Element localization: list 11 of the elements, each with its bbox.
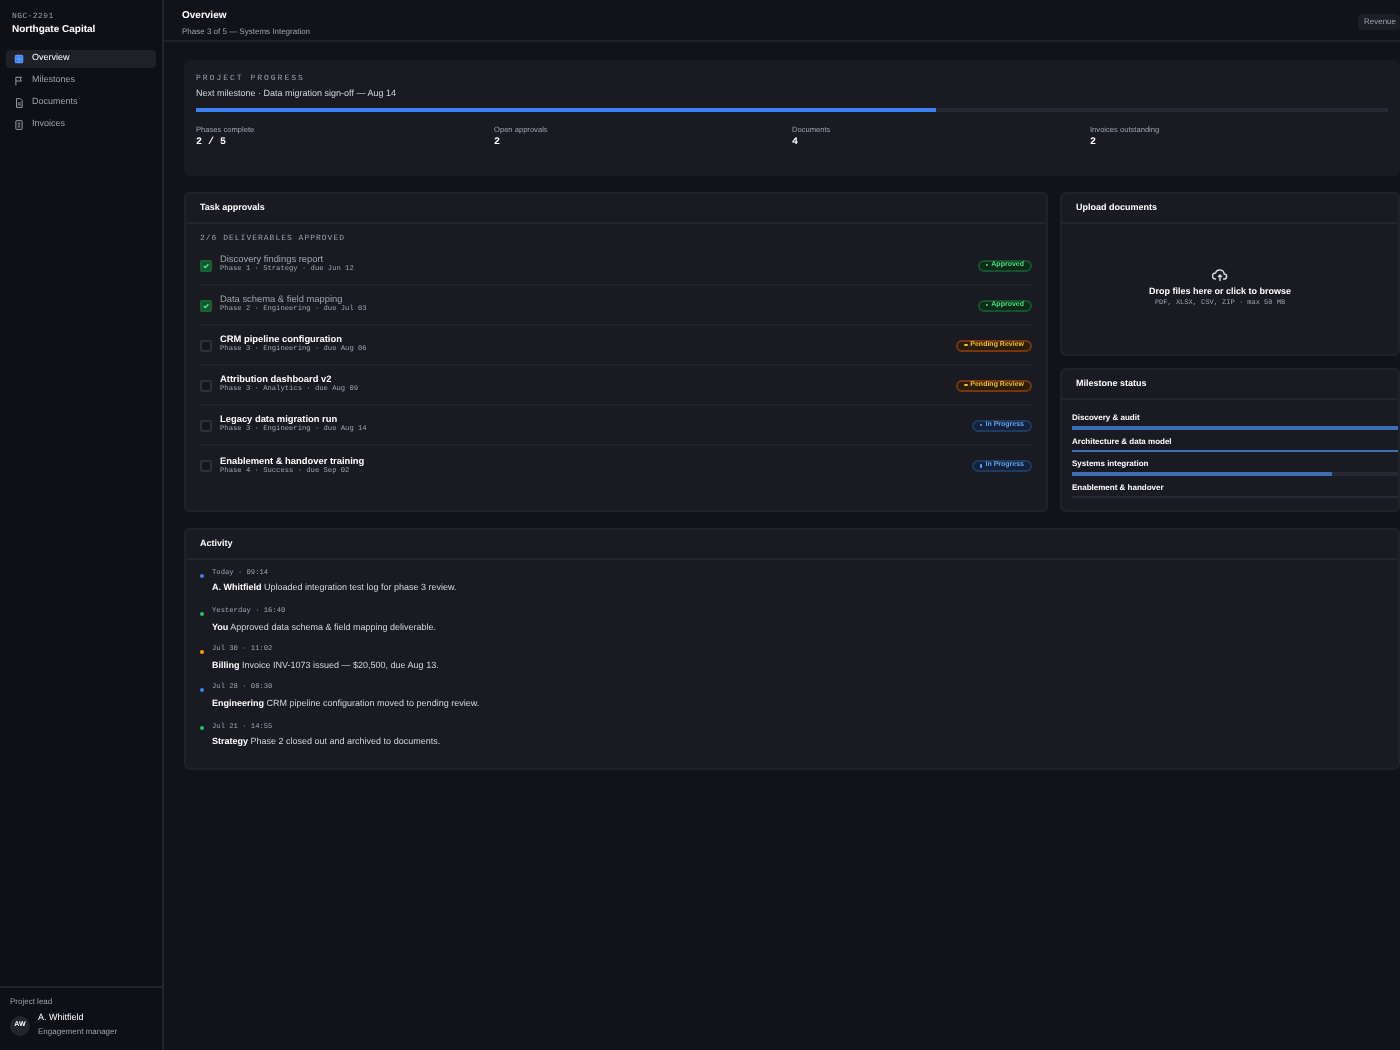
checkbox[interactable] (200, 379, 212, 391)
checkbox[interactable] (200, 419, 212, 431)
checkbox[interactable] (200, 339, 212, 351)
document-icon (14, 98, 24, 108)
invoice-icon (14, 120, 24, 130)
checkbox[interactable] (200, 299, 212, 311)
grid-icon (14, 54, 24, 64)
checkbox[interactable] (200, 460, 212, 472)
flag-icon (14, 76, 24, 86)
checkbox[interactable] (200, 259, 212, 271)
cloud-upload-icon (1212, 267, 1228, 281)
